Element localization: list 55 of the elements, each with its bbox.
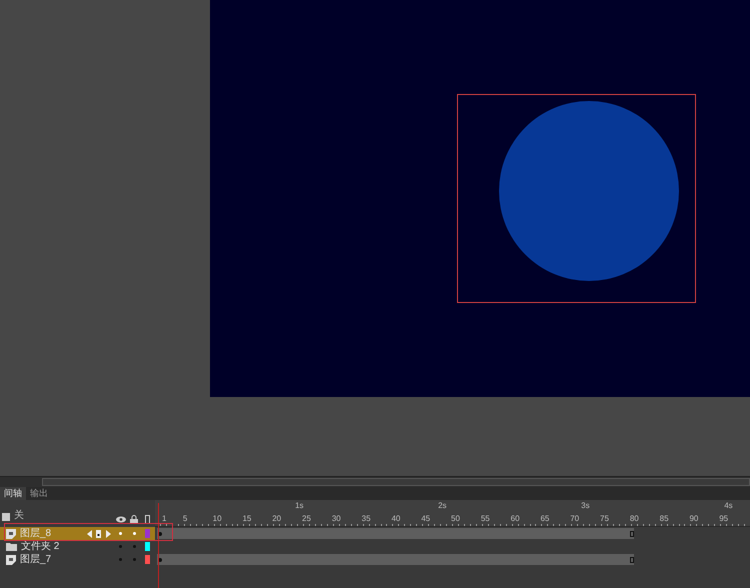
layer-icon [2,513,10,521]
end-frame-icon [630,531,634,537]
panel-tab[interactable]: 输出 [26,487,52,500]
frame-number: 55 [480,515,490,523]
frame-number: 90 [689,515,698,523]
frame-number: 50 [451,515,460,523]
visibility-dot-icon[interactable] [119,545,122,548]
seconds-label: 4s [724,502,733,510]
frame-span[interactable] [157,554,634,565]
panel-tab[interactable]: 间轴 [0,487,26,500]
frame-number: 60 [510,515,520,523]
page-icon [6,554,16,564]
frame-number: 80 [630,515,639,523]
frame-number: 25 [302,515,311,523]
frame-span[interactable] [157,528,634,539]
frame-number: 10 [212,515,222,523]
frame-number: 30 [332,515,341,523]
visibility-dot-icon[interactable] [119,532,122,535]
lock-dot-icon[interactable] [133,545,136,548]
frame-number: 95 [719,515,728,523]
frame-ruler[interactable]: 1s 2s 3s 4s 1 5 10 15 20 25 30 35 40 45 50 55 60 65 70 75 80 85 90 95 [155,500,750,527]
visibility-dot-icon[interactable] [119,558,122,561]
layer-name: 图层_8 [20,528,52,538]
keyframe-navigator-icon[interactable] [87,530,111,538]
seconds-label: 1s [295,502,304,510]
frame-number: 85 [660,515,669,523]
frame-number: 45 [421,515,430,523]
folder-icon [6,542,17,551]
layer-name: 文件夹 2 [21,542,60,552]
outline-icon[interactable] [145,515,150,524]
end-frame-icon [630,557,634,563]
lock-icon[interactable] [130,515,138,524]
layer-color-swatch[interactable] [145,542,150,551]
layer-color-swatch[interactable] [145,529,150,538]
layer-row[interactable]: 文件夹 2 [0,540,155,553]
frame-number: 1 [162,515,166,523]
frame-number: 5 [182,515,188,523]
lock-dot-icon[interactable] [133,532,136,535]
seconds-label: 3s [581,502,590,510]
layer-name: 图层_7 [20,554,52,564]
frame-number: 20 [272,515,282,523]
frame-number: 35 [362,515,371,523]
eye-icon[interactable] [116,516,126,523]
frame-number: 40 [391,515,400,523]
frame-number: 65 [540,515,550,523]
frame-number: 75 [600,515,609,523]
frame-number: 70 [570,515,580,523]
layer-row[interactable]: 图层_7 [0,553,155,566]
seconds-label: 2s [438,502,447,510]
page-icon [6,528,16,538]
frame-number: 15 [242,515,252,523]
layer-color-swatch[interactable] [145,555,150,564]
lock-dot-icon[interactable] [133,558,136,561]
horizontal-scrollbar[interactable] [0,476,750,487]
header-label: 关 [14,511,24,521]
